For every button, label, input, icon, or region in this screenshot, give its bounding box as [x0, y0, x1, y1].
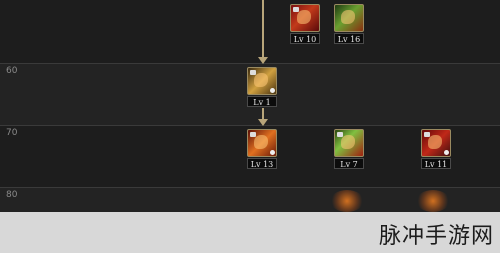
skill-icon[interactable]: [334, 129, 364, 157]
lock-icon: [250, 132, 256, 137]
skill-level-label: Lv 7: [334, 158, 364, 169]
lock-icon: [250, 70, 256, 75]
lock-icon: [424, 132, 430, 137]
rank-icon: [270, 88, 275, 93]
skill-level-label: Lv 10: [290, 33, 320, 44]
level-label-60: 60: [6, 66, 18, 76]
skill-icon[interactable]: [334, 4, 364, 32]
skill-icon[interactable]: [247, 67, 277, 95]
lock-icon: [337, 132, 343, 137]
skill-icon[interactable]: [290, 4, 320, 32]
skill-icon[interactable]: [247, 129, 277, 157]
rank-icon: [270, 150, 275, 155]
skill-level-label: Lv 13: [247, 158, 277, 169]
skill-slot[interactable]: Lv 11: [421, 129, 451, 169]
skill-glow: [416, 190, 450, 212]
skill-level-label: Lv 16: [334, 33, 364, 44]
skill-glow: [330, 190, 364, 212]
skill-slot[interactable]: Lv 13: [247, 129, 277, 169]
prerequisite-arrow-icon: [258, 119, 268, 126]
rank-icon: [444, 150, 449, 155]
skill-slot[interactable]: Lv 10: [290, 4, 320, 44]
lock-icon: [293, 7, 299, 12]
skill-icon[interactable]: [421, 129, 451, 157]
skill-slot[interactable]: Lv 7: [334, 129, 364, 169]
skill-slot[interactable]: Lv 16: [334, 4, 364, 44]
skill-slot[interactable]: Lv 1: [247, 67, 277, 107]
skill-level-label: Lv 11: [421, 158, 451, 169]
level-label-80: 80: [6, 190, 18, 200]
level-row-50: [0, 0, 500, 63]
skill-level-label: Lv 1: [247, 96, 277, 107]
watermark-text: 脉冲手游网: [378, 224, 494, 249]
prerequisite-arrow-icon: [258, 57, 268, 64]
prerequisite-line: [262, 0, 264, 58]
level-label-70: 70: [6, 128, 18, 138]
